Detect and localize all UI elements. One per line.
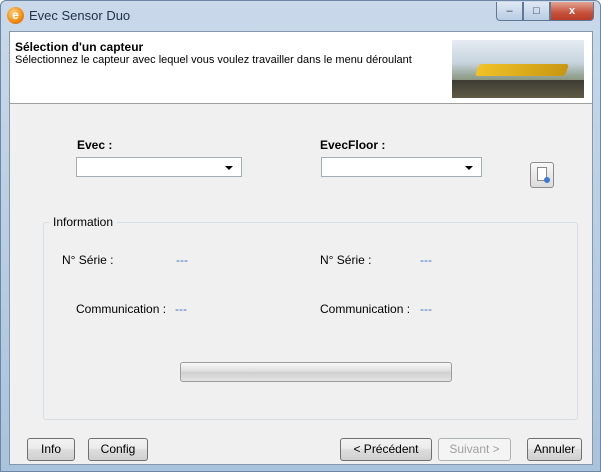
page-subtitle: Sélectionnez le capteur avec lequel vous… (15, 54, 412, 66)
refresh-sensors-button[interactable] (530, 162, 554, 188)
header-banner-image (452, 40, 584, 98)
next-button[interactable]: Suivant > (438, 438, 511, 461)
evec-serial-value: --- (176, 253, 188, 267)
refresh-icon (544, 177, 550, 183)
window-title: Evec Sensor Duo (29, 8, 131, 23)
evec-serial-label: N° Série : (62, 253, 114, 267)
app-window: e Evec Sensor Duo – □ x Sélection d'un c… (0, 0, 601, 472)
cancel-button[interactable]: Annuler (527, 438, 582, 461)
minimize-button[interactable]: – (496, 2, 523, 21)
previous-button[interactable]: < Précédent (340, 438, 432, 461)
evec-dropdown[interactable] (76, 157, 242, 177)
info-button[interactable]: Info (27, 438, 75, 461)
config-button[interactable]: Config (88, 438, 148, 461)
caption-buttons: – □ x (496, 2, 594, 22)
evecfloor-dropdown[interactable] (321, 157, 482, 177)
close-button[interactable]: x (550, 2, 594, 21)
evec-label: Evec : (77, 138, 113, 152)
information-groupbox (43, 222, 578, 420)
evecfloor-communication-label: Communication : (320, 302, 411, 316)
title-bar[interactable]: e Evec Sensor Duo – □ x (1, 1, 600, 31)
progress-bar (180, 362, 452, 382)
evecfloor-label: EvecFloor : (320, 138, 386, 152)
chevron-down-icon (465, 166, 473, 170)
evecfloor-communication-value: --- (420, 302, 432, 316)
evec-communication-value: --- (175, 302, 187, 316)
page-title: Sélection d'un capteur (15, 40, 144, 54)
wizard-header: Sélection d'un capteur Sélectionnez le c… (10, 32, 592, 104)
maximize-button[interactable]: □ (523, 2, 550, 21)
evecfloor-serial-label: N° Série : (320, 253, 372, 267)
app-logo-icon: e (7, 7, 24, 24)
chevron-down-icon (225, 166, 233, 170)
evec-communication-label: Communication : (76, 302, 167, 316)
wizard-panel: Sélection d'un capteur Sélectionnez le c… (9, 31, 593, 465)
information-legend: Information (49, 215, 118, 229)
evecfloor-serial-value: --- (420, 253, 432, 267)
